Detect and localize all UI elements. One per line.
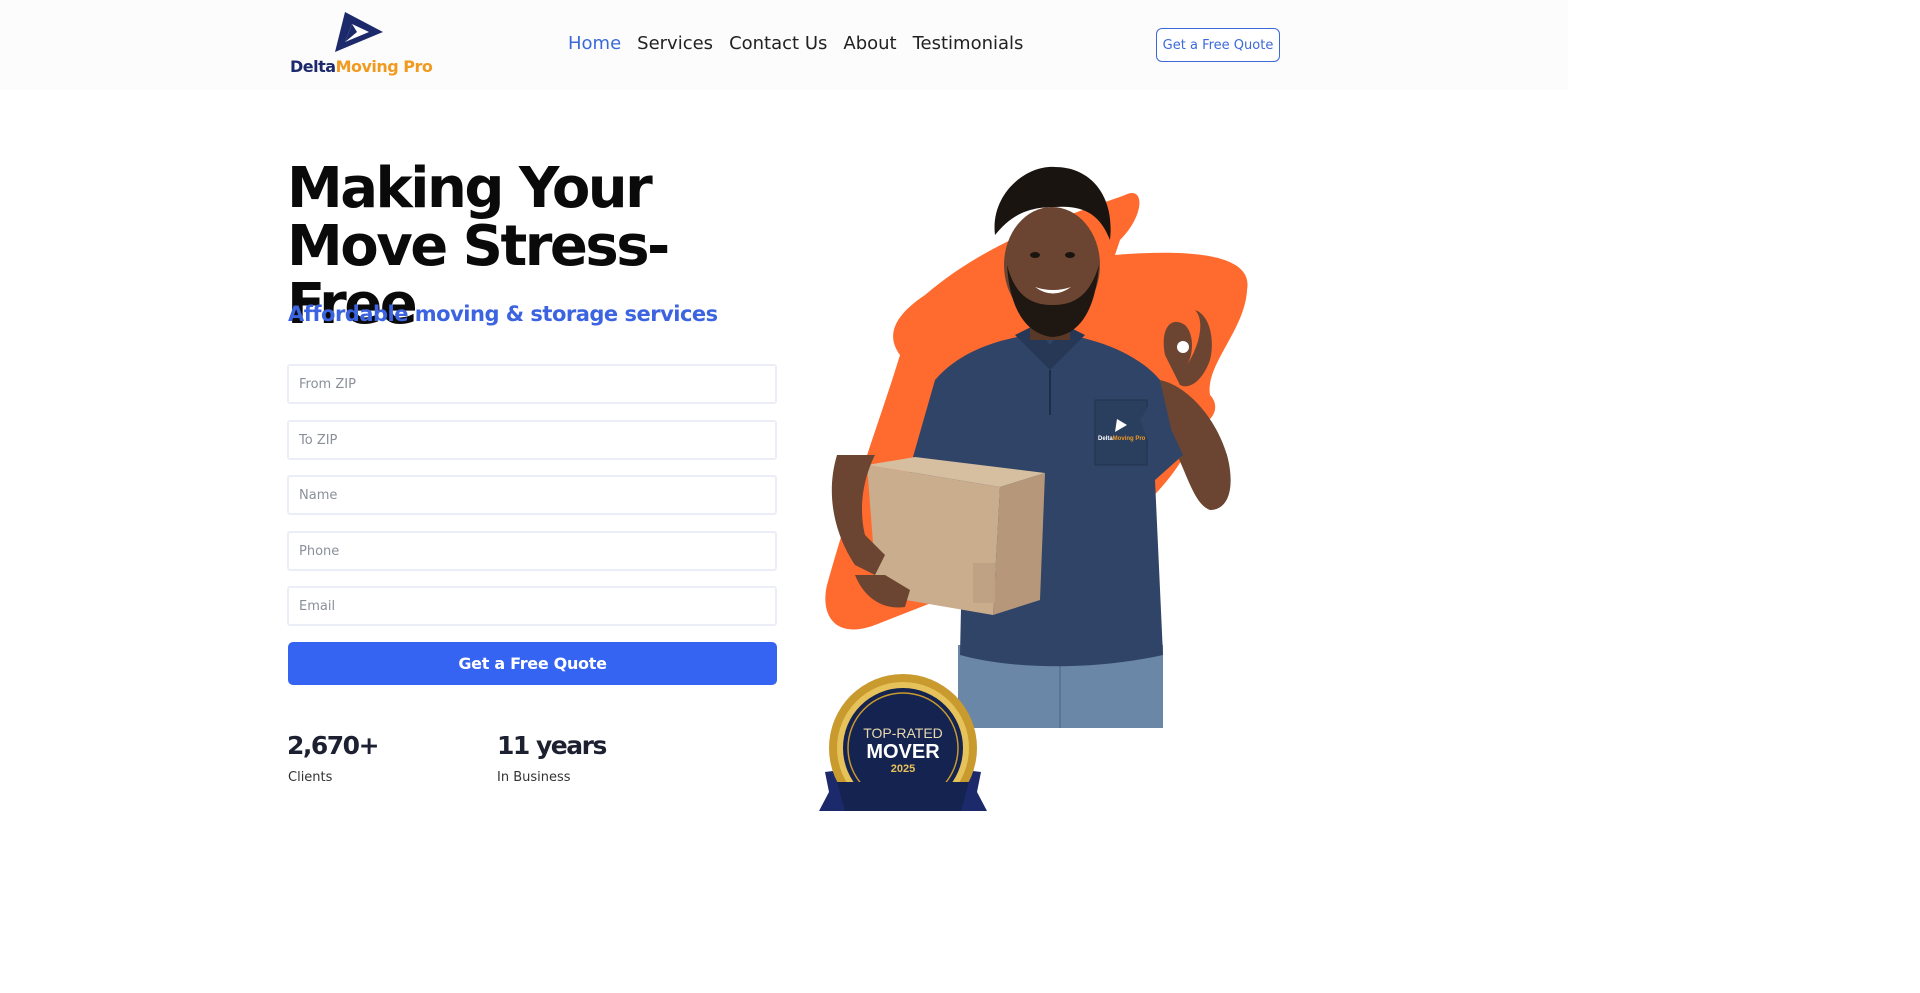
quote-submit-button[interactable]: Get a Free Quote xyxy=(288,642,777,685)
badge-line2: MOVER xyxy=(866,741,940,763)
header-quote-button[interactable]: Get a Free Quote xyxy=(1156,28,1280,62)
hero-image: DeltaMoving Pro xyxy=(815,155,1248,728)
badge-line1: TOP-RATED xyxy=(863,725,943,741)
stat-years-value: 11 years xyxy=(497,731,607,760)
to-zip-input[interactable] xyxy=(287,420,777,460)
badge-line3: 2025 xyxy=(891,763,915,775)
logo-text-part1: Delta xyxy=(290,57,336,76)
stat-clients-label: Clients xyxy=(288,770,333,785)
hero-subtitle: Affordable moving & storage services xyxy=(288,302,718,326)
site-header: DeltaMoving Pro Home Services Contact Us… xyxy=(0,0,1568,90)
name-input[interactable] xyxy=(287,475,777,515)
nav-home[interactable]: Home xyxy=(568,33,621,54)
nav-testimonials[interactable]: Testimonials xyxy=(913,33,1024,54)
shirt-logo-text: DeltaMoving Pro xyxy=(1098,436,1146,442)
main-nav: Home Services Contact Us About Testimoni… xyxy=(568,33,1023,54)
stat-years-label: In Business xyxy=(497,770,571,785)
award-badge-icon: TOP-RATED MOVER 2025 xyxy=(819,674,987,822)
logo-text-part2: Moving Pro xyxy=(335,57,433,76)
logo[interactable]: DeltaMoving Pro xyxy=(289,12,433,78)
phone-input[interactable] xyxy=(287,531,777,571)
nav-services[interactable]: Services xyxy=(637,33,713,54)
mover-illustration: DeltaMoving Pro xyxy=(825,166,1248,728)
from-zip-input[interactable] xyxy=(287,364,777,404)
email-input[interactable] xyxy=(287,586,777,626)
logo-text: DeltaMoving Pro xyxy=(290,57,433,76)
stat-clients-value: 2,670+ xyxy=(287,731,380,760)
logo-triangle-icon xyxy=(335,12,383,52)
nav-about[interactable]: About xyxy=(843,33,896,54)
top-rated-badge: TOP-RATED MOVER 2025 xyxy=(815,672,991,822)
nav-contact-us[interactable]: Contact Us xyxy=(729,33,827,54)
